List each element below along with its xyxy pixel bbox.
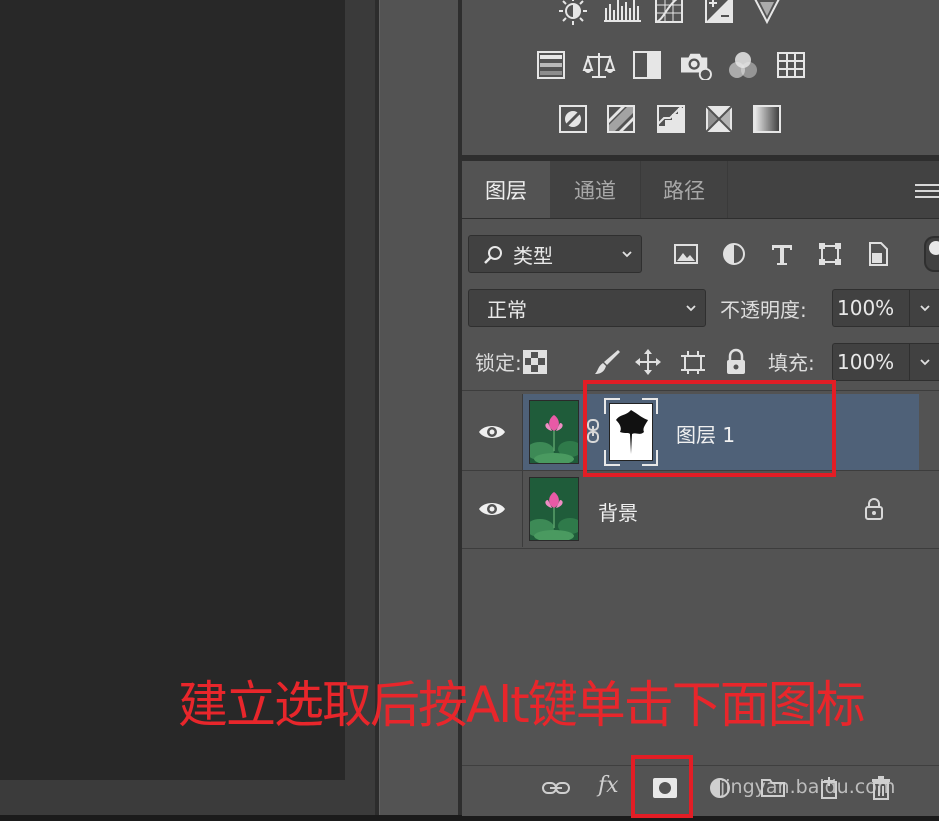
background-thumbnail[interactable] (529, 477, 579, 541)
fill-value: 100% (837, 350, 895, 374)
chevron-down-icon[interactable] (919, 302, 931, 314)
type-filter-icon[interactable] (768, 240, 796, 268)
exposure-icon[interactable] (704, 0, 734, 24)
layers-panel-tabbar: 图层 通道 路径 (462, 161, 939, 219)
canvas-status-bar (0, 780, 375, 815)
highlight-box-mask-button (631, 755, 693, 818)
photo-filter-icon[interactable] (678, 50, 714, 81)
hue-saturation-icon[interactable] (536, 50, 566, 80)
color-balance-icon[interactable] (582, 50, 616, 80)
black-white-icon[interactable] (632, 50, 662, 80)
link-layers-icon[interactable] (541, 778, 571, 798)
eye-icon (479, 503, 505, 515)
chevron-down-icon (622, 251, 632, 258)
layers-list-bottom-border (462, 548, 939, 549)
pixel-filter-icon[interactable] (672, 240, 700, 268)
shape-filter-icon[interactable] (816, 240, 844, 268)
invert-icon[interactable] (558, 104, 588, 134)
opacity-value: 100% (837, 296, 895, 320)
filter-kind-label: 类型 (513, 244, 553, 268)
lock-label: 锁定: (475, 351, 522, 375)
lock-transparent-pixels-icon[interactable] (521, 348, 549, 376)
lock-position-icon[interactable] (634, 348, 662, 376)
opacity-field[interactable]: 100% (832, 289, 939, 327)
gradient-map-icon[interactable] (752, 104, 782, 134)
search-icon (484, 246, 502, 264)
layer-row-background[interactable]: 背景 (462, 471, 919, 547)
blend-mode-value: 正常 (487, 298, 527, 322)
panel-menu-icon[interactable] (915, 182, 939, 200)
chevron-down-icon[interactable] (919, 356, 931, 368)
tutorial-instruction-text: 建立选取后按Alt键单击下面图标 (178, 676, 866, 734)
channel-mixer-icon[interactable] (726, 50, 760, 80)
filter-toggle-switch[interactable] (924, 236, 939, 272)
fill-label: 填充: (768, 351, 815, 375)
lock-icon (865, 498, 883, 520)
lock-artboard-icon[interactable] (679, 348, 707, 376)
curves-icon[interactable] (654, 0, 684, 24)
brightness-icon[interactable] (558, 0, 588, 26)
tab-channels[interactable]: 通道 (550, 161, 641, 218)
levels-icon[interactable] (604, 0, 642, 24)
background-layer-name[interactable]: 背景 (598, 497, 638, 526)
smart-object-filter-icon[interactable] (864, 240, 892, 268)
tab-layers[interactable]: 图层 (462, 161, 550, 218)
layer-1-thumbnail[interactable] (529, 400, 579, 464)
adjustment-filter-icon[interactable] (720, 240, 748, 268)
lock-all-icon[interactable] (722, 348, 750, 376)
posterize-icon[interactable] (606, 104, 636, 134)
tab-paths[interactable]: 路径 (641, 161, 728, 218)
filter-kind-select[interactable]: 类型 (468, 235, 642, 273)
canvas-area[interactable] (0, 0, 345, 780)
blend-mode-select[interactable]: 正常 (468, 289, 706, 327)
fill-field[interactable]: 100% (832, 343, 939, 381)
visibility-toggle[interactable] (462, 394, 523, 470)
visibility-toggle[interactable] (462, 471, 523, 547)
opacity-label: 不透明度: (720, 298, 807, 322)
eye-icon (479, 426, 505, 438)
layer-style-fx-button[interactable]: fx (598, 773, 619, 798)
highlight-box-layer-mask (583, 380, 836, 477)
watermark-text: jingyan.baidu.com (720, 776, 896, 798)
chevron-down-icon (686, 305, 696, 312)
color-lookup-icon[interactable] (776, 50, 806, 80)
vibrance-icon[interactable] (752, 0, 782, 25)
lock-image-pixels-icon[interactable] (593, 348, 621, 376)
threshold-icon[interactable] (656, 104, 686, 134)
selective-color-icon[interactable] (704, 104, 734, 134)
